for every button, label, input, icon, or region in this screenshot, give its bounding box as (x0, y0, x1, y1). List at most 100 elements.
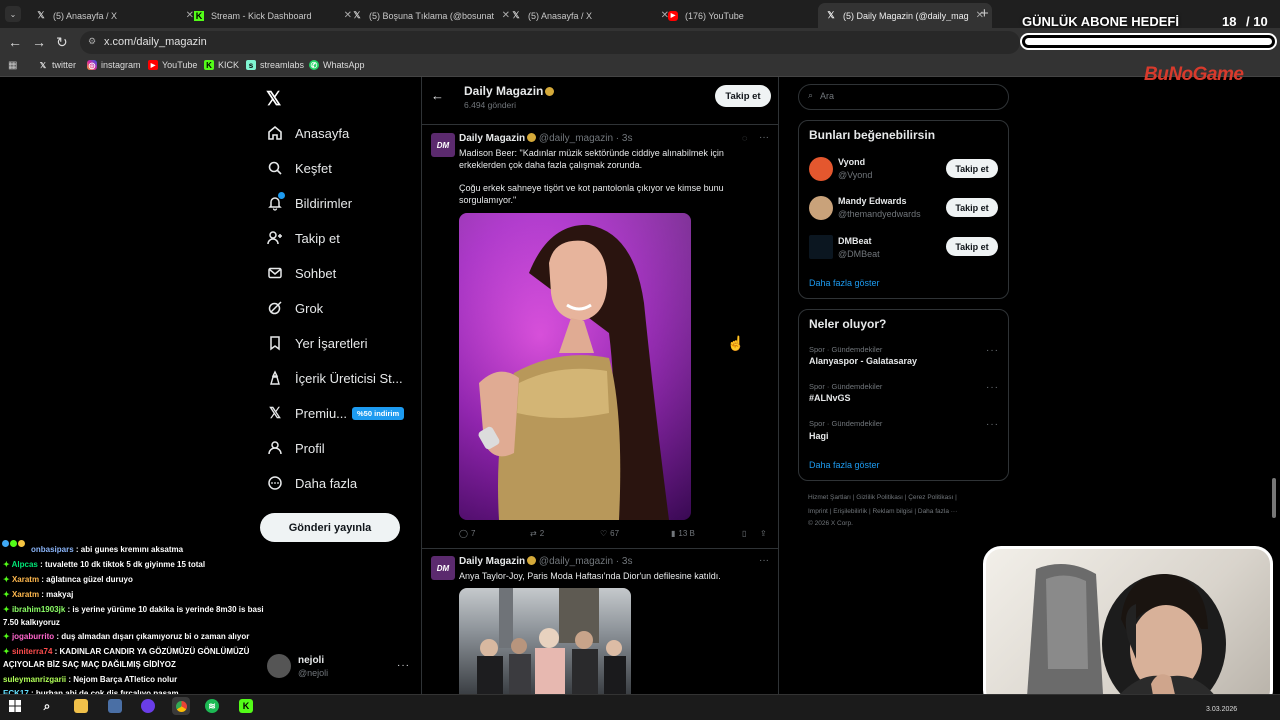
tweet-more-icon[interactable]: ··· (759, 555, 769, 566)
share-button[interactable]: ⇪ (760, 529, 767, 538)
footer-link[interactable]: Daha fazla ··· (918, 508, 957, 515)
chrome-icon[interactable] (172, 697, 190, 715)
reply-icon: ◯ (459, 529, 468, 538)
back-arrow-icon[interactable]: ← (431, 88, 444, 103)
tab-1[interactable]: 𝕏 (5) Anasayfa / X ✕ (28, 3, 202, 28)
add-person-icon (266, 229, 284, 247)
trend-more-icon[interactable]: ··· (986, 419, 999, 430)
account-name: nejoli (298, 655, 325, 666)
chat-badge-icon: ✦ (3, 632, 10, 641)
bookmark-twitter[interactable]: 𝕏 twitter (38, 60, 76, 70)
page-scrollbar[interactable] (1272, 478, 1276, 518)
bookmark-kick[interactable]: K KICK (204, 60, 239, 70)
footer-link[interactable]: Çerez Politikası (908, 494, 953, 501)
nav-follow[interactable]: Takip et (266, 229, 340, 247)
tab-6-active[interactable]: 𝕏 (5) Daily Magazin (@daily_mag ✕ (818, 3, 992, 28)
reload-icon[interactable]: ↻ (56, 34, 68, 51)
windows-start-icon[interactable] (8, 699, 22, 713)
file-explorer-icon[interactable] (74, 699, 88, 713)
tweet-author-handle[interactable]: @daily_magazin (539, 133, 613, 144)
show-more-link[interactable]: Daha fazla göster (809, 460, 880, 470)
tweet-avatar[interactable]: DM (431, 133, 455, 157)
nav-profile[interactable]: Profil (266, 439, 325, 457)
nav-premium[interactable]: 𝕏 Premiu... %50 indirim (266, 404, 405, 422)
bookmark-youtube[interactable]: ▶ YouTube (148, 60, 197, 70)
tab-2[interactable]: K Stream - Kick Dashboard ✕ (186, 3, 360, 28)
like-button[interactable]: ♡ 67 (600, 529, 619, 538)
forward-icon[interactable]: → (32, 34, 46, 50)
nav-label: İçerik Üreticisi St... (295, 370, 403, 386)
footer-link[interactable]: Hizmet Şartları (808, 494, 851, 501)
tweet-time[interactable]: 3s (622, 133, 633, 144)
tab-4[interactable]: 𝕏 (5) Anasayfa / X ✕ (503, 3, 677, 28)
reply-button[interactable]: ◯ 7 (459, 529, 475, 538)
taskbar-search-icon[interactable]: ⌕ (40, 699, 54, 713)
kick-logo-icon[interactable]: K (239, 699, 253, 713)
tweet-author-handle[interactable]: @daily_magazin (539, 556, 613, 567)
nav-notifications[interactable]: Bildirimler (266, 192, 352, 212)
chat-message: suleymanrizgarii : Nejom Barça ATletico … (3, 675, 177, 684)
spotify-icon[interactable]: ≋ (205, 699, 219, 713)
trend-meta: Spor · Gündemdekiler (809, 382, 883, 391)
tab-5[interactable]: ▶ (176) YouTube ✕ (660, 3, 834, 28)
nav-home[interactable]: Anasayfa (266, 124, 349, 142)
suggestion-avatar-mandy[interactable] (809, 196, 833, 220)
footer-link[interactable]: Gizlilik Politikası (856, 494, 903, 501)
nav-creator-studio[interactable]: İçerik Üreticisi St... (266, 369, 403, 387)
post-button[interactable]: Gönderi yayınla (260, 513, 400, 542)
chat-badge-icon: ✦ (3, 575, 10, 584)
tab-list-button[interactable]: ⌄ (5, 6, 21, 22)
bookmark-streamlabs[interactable]: s streamlabs (246, 60, 304, 70)
person-icon (266, 439, 284, 457)
bookmark-button[interactable]: ▯ (742, 529, 746, 538)
views-button[interactable]: ▮ 13 B (671, 529, 695, 538)
x-home-logo-icon[interactable]: 𝕏 (266, 88, 281, 111)
nav-chat[interactable]: Sohbet (266, 264, 336, 282)
account-more-icon[interactable]: ··· (397, 660, 410, 671)
trend-name[interactable]: Alanyaspor - Galatasaray (809, 356, 917, 366)
suggestion-name[interactable]: Mandy Edwards (838, 196, 907, 206)
profile-follow-button[interactable]: Takip et (715, 85, 771, 107)
chat-badge-icons (2, 540, 25, 547)
nav-bookmarks[interactable]: Yer İşaretleri (266, 334, 368, 352)
tab-3[interactable]: 𝕏 (5) Boşuna Tıklama (@bosunat ✕ (344, 3, 518, 28)
tweet-more-icon[interactable]: ··· (759, 132, 769, 143)
chat-text: AÇIYOLAR BİZ SAÇ MAÇ DAĞILMIŞ GİDİYOZ (3, 660, 176, 669)
suggestion-name[interactable]: Vyond (838, 157, 865, 167)
address-bar[interactable] (80, 31, 1020, 54)
suggestion-avatar-vyond[interactable] (809, 157, 833, 181)
retweet-button[interactable]: ⇄ 2 (530, 529, 544, 538)
trend-name[interactable]: Hagi (809, 431, 829, 441)
tweet-avatar[interactable]: DM (431, 556, 455, 580)
footer-link[interactable]: Reklam bilgisi (872, 508, 912, 515)
tweet-author-name[interactable]: Daily Magazin (459, 133, 525, 144)
site-info-icon[interactable]: ⚙ (88, 36, 96, 47)
bookmark-whatsapp[interactable]: ✆ WhatsApp (309, 60, 365, 70)
bookmark-instagram[interactable]: ◎ instagram (87, 60, 141, 70)
trend-more-icon[interactable]: ··· (986, 382, 999, 393)
follow-button[interactable]: Takip et (946, 159, 998, 178)
taskbar-app-icon[interactable] (108, 699, 122, 713)
chat-message: ✦ Xaratm : makyaj (3, 590, 73, 599)
grok-explain-icon[interactable]: ◌ (742, 133, 747, 143)
follow-button[interactable]: Takip et (946, 198, 998, 217)
apps-grid-icon[interactable]: ▦ (8, 60, 17, 71)
footer-link[interactable]: Imprint (808, 508, 828, 515)
tweet-author-name[interactable]: Daily Magazin (459, 556, 525, 567)
nav-grok[interactable]: Grok (266, 299, 323, 317)
suggestion-name[interactable]: DMBeat (838, 236, 872, 246)
tweet-photo[interactable] (459, 213, 691, 520)
trend-name[interactable]: #ALNvGS (809, 393, 851, 403)
nav-explore[interactable]: Keşfet (266, 159, 332, 177)
back-icon[interactable]: ← (8, 34, 22, 50)
follow-button[interactable]: Takip et (946, 237, 998, 256)
show-more-link[interactable]: Daha fazla göster (809, 278, 880, 288)
taskbar-app-icon[interactable] (141, 699, 155, 713)
trend-more-icon[interactable]: ··· (986, 345, 999, 356)
nav-more[interactable]: Daha fazla (266, 474, 357, 492)
tweet-time[interactable]: 3s (622, 556, 633, 567)
new-tab-button[interactable]: + (980, 5, 989, 22)
tweet-photo[interactable] (459, 588, 631, 694)
suggestion-avatar-dmbeat[interactable] (809, 235, 833, 259)
footer-link[interactable]: Erişilebilirlik (833, 508, 867, 515)
